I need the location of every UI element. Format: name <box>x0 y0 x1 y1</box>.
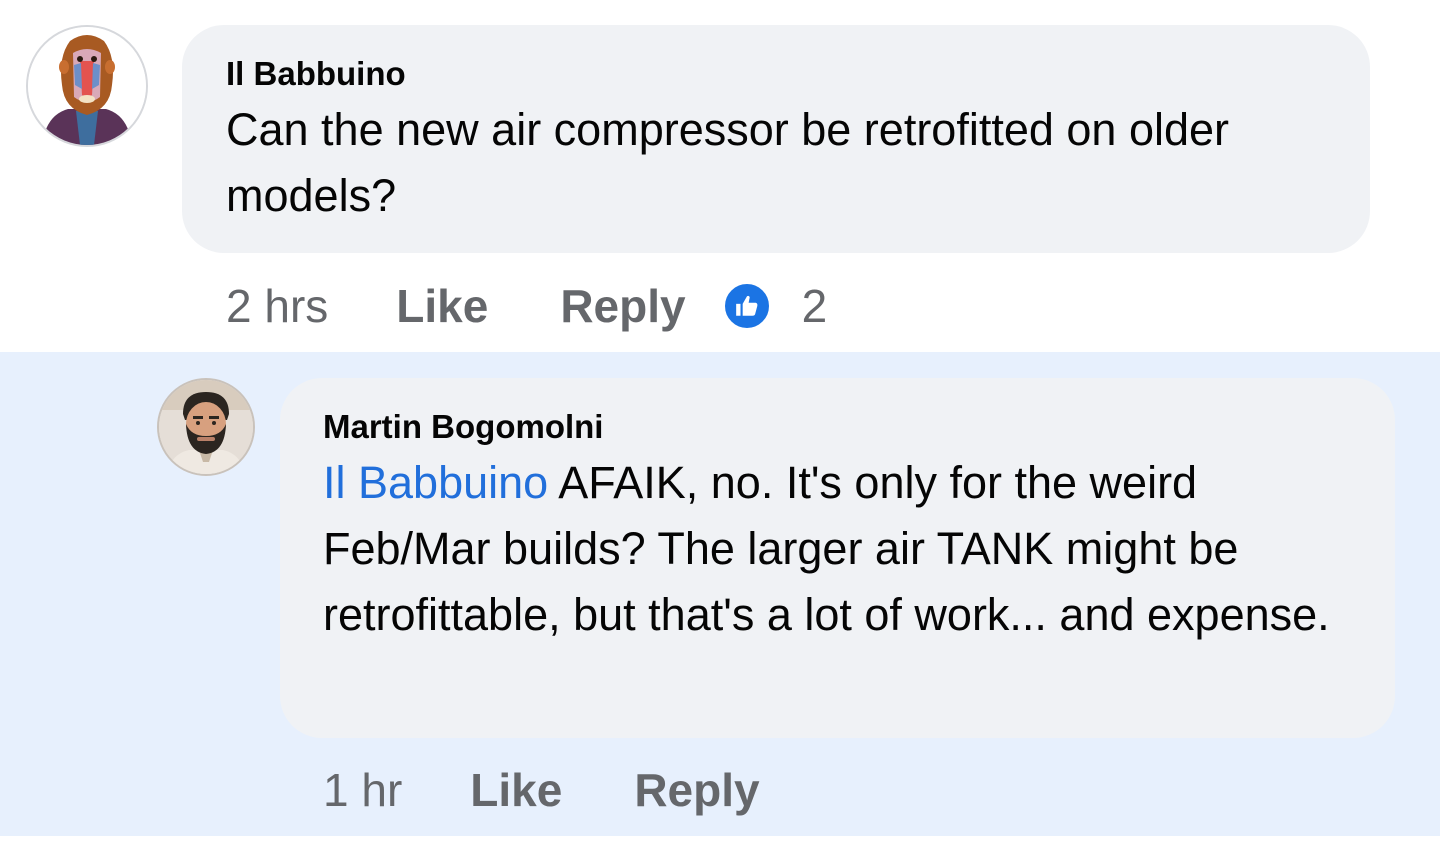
comment-author[interactable]: Il Babbuino <box>226 55 406 93</box>
bearded-man-avatar-icon <box>159 380 253 474</box>
mention-link[interactable]: Il Babbuino <box>323 457 548 508</box>
reaction-count[interactable]: 2 <box>802 279 828 333</box>
like-button[interactable]: Like <box>470 763 562 817</box>
reply-text: Il Babbuino AFAIK, no. It's only for the… <box>323 450 1373 648</box>
comment-timestamp[interactable]: 2 hrs <box>226 279 328 333</box>
reply-author[interactable]: Martin Bogomolni <box>323 408 603 446</box>
thumbs-up-icon <box>735 295 757 316</box>
comment-thread: Il Babbuino Can the new air compressor b… <box>0 0 1440 848</box>
comment-actions: 2 hrs Like Reply 2 <box>226 276 827 336</box>
reply-actions: 1 hr Like Reply <box>323 760 760 820</box>
comment-text: Can the new air compressor be retrofitte… <box>226 104 1230 221</box>
like-button[interactable]: Like <box>396 279 488 333</box>
avatar[interactable] <box>157 378 255 476</box>
baboon-avatar-icon <box>28 27 146 145</box>
avatar[interactable] <box>26 25 148 147</box>
parent-comment: Il Babbuino Can the new air compressor b… <box>0 0 1440 352</box>
reply-button[interactable]: Reply <box>560 279 685 333</box>
reply-button[interactable]: Reply <box>634 763 759 817</box>
like-thumbs-up-icon[interactable] <box>721 281 772 331</box>
reply-timestamp[interactable]: 1 hr <box>323 763 402 817</box>
